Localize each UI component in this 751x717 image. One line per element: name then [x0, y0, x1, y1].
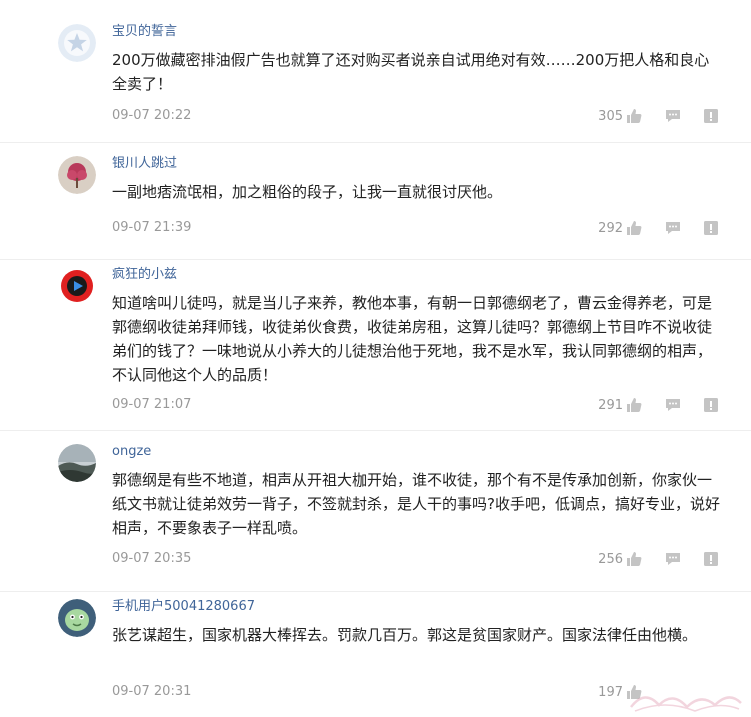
comment-username[interactable]: 疯狂的小兹	[112, 266, 177, 284]
comment-actions: 292	[560, 218, 730, 238]
report-alert-icon	[704, 221, 718, 235]
like-button[interactable]: 305	[560, 106, 642, 126]
like-count: 256	[598, 551, 623, 567]
like-count: 291	[598, 397, 623, 413]
report-button[interactable]	[702, 550, 720, 568]
thumbs-up-icon	[627, 552, 642, 566]
like-count: 305	[598, 108, 623, 124]
reply-comment-icon	[666, 553, 680, 565]
comment-list: 宝贝的誓言 200万做藏密排油假广告也就算了还对购买者说亲自试用绝对有效……20…	[0, 0, 751, 717]
like-button[interactable]: 291	[560, 395, 642, 415]
reply-button[interactable]	[664, 107, 682, 125]
comment-actions: 256	[560, 549, 730, 569]
report-alert-icon	[704, 109, 718, 123]
comment-username[interactable]: ongze	[112, 443, 151, 461]
comment-item: 宝贝的誓言 200万做藏密排油假广告也就算了还对购买者说亲自试用绝对有效……20…	[0, 0, 751, 143]
comment-item: 疯狂的小兹 知道啥叫儿徒吗，就是当儿子来养，教他本事，有朝一日郭德纲老了，曹云金…	[0, 259, 751, 431]
reply-comment-icon	[666, 222, 680, 234]
play-logo-avatar	[58, 267, 96, 305]
report-alert-icon	[704, 398, 718, 412]
comment-item: ongze 郭德纲是有些不地道，相声从开祖大枷开始，谁不收徒，那个有不是传承加创…	[0, 430, 751, 592]
comment-username[interactable]: 手机用户50041280667	[112, 598, 255, 616]
comment-time: 09-07 20:31	[112, 684, 192, 699]
comment-content: 一副地痞流氓相，加之粗俗的段子，让我一直就很讨厌他。	[112, 183, 503, 201]
report-button[interactable]	[702, 219, 720, 237]
reply-button[interactable]	[664, 396, 682, 414]
avatar[interactable]	[58, 156, 96, 194]
avatar[interactable]	[58, 444, 96, 482]
comment-time: 09-07 21:07	[112, 397, 192, 412]
watermark-logo	[630, 696, 742, 712]
thumbs-up-icon	[627, 109, 642, 123]
pink-tree-avatar	[58, 156, 96, 194]
comment-time: 09-07 20:35	[112, 551, 192, 566]
comment-actions: 305	[560, 106, 730, 126]
comment-content: 知道啥叫儿徒吗，就是当儿子来养，教他本事，有朝一日郭德纲老了，曹云金得养老，可是…	[112, 294, 713, 384]
like-button[interactable]: 256	[560, 549, 642, 569]
avatar[interactable]	[58, 267, 96, 305]
comment-username[interactable]: 银川人跳过	[112, 155, 177, 173]
comment-username[interactable]: 宝贝的誓言	[112, 23, 177, 41]
thumbs-up-icon	[627, 398, 642, 412]
landscape-photo-avatar	[58, 444, 96, 482]
comment-content: 郭德纲是有些不地道，相声从开祖大枷开始，谁不收徒，那个有不是传承加创新，你家伙一…	[112, 471, 720, 537]
reply-button[interactable]	[664, 219, 682, 237]
report-alert-icon	[704, 552, 718, 566]
report-button[interactable]	[702, 396, 720, 414]
reply-comment-icon	[666, 110, 680, 122]
thumbs-up-icon	[627, 221, 642, 235]
report-button[interactable]	[702, 107, 720, 125]
reply-button[interactable]	[664, 550, 682, 568]
comment-content: 200万做藏密排油假广告也就算了还对购买者说亲自试用绝对有效……200万把人格和…	[112, 51, 710, 93]
like-count: 292	[598, 220, 623, 236]
comment-time: 09-07 21:39	[112, 220, 192, 235]
comment-actions: 291	[560, 395, 730, 415]
default-star-avatar	[58, 24, 96, 62]
avatar[interactable]	[58, 24, 96, 62]
comment-content: 张艺谋超生，国家机器大棒挥去。罚款几百万。郭这是贫国家财产。国家法律任由他横。	[112, 626, 698, 644]
comment-time: 09-07 20:22	[112, 108, 192, 123]
avatar[interactable]	[58, 599, 96, 637]
reply-comment-icon	[666, 399, 680, 411]
comment-item: 银川人跳过 一副地痞流氓相，加之粗俗的段子，让我一直就很讨厌他。 09-07 2…	[0, 142, 751, 260]
like-count: 197	[598, 684, 623, 700]
green-cartoon-avatar	[58, 599, 96, 637]
like-button[interactable]: 292	[560, 218, 642, 238]
